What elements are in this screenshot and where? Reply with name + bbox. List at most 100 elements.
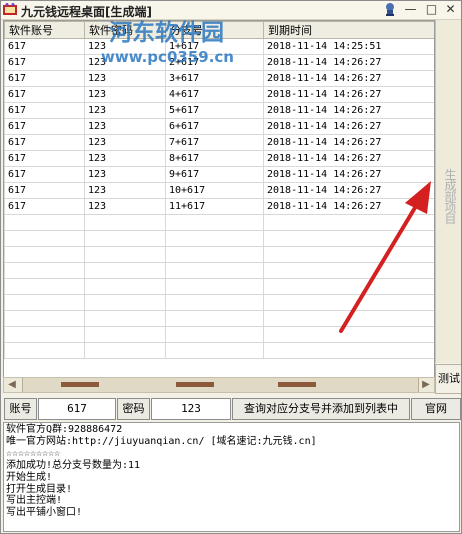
column-header-expiry[interactable]: 到期时间 — [263, 21, 434, 39]
maximize-button[interactable]: □ — [424, 2, 439, 17]
table-row[interactable]: 617 123 11+617 2018-11-14 14:26:27 — [4, 198, 434, 215]
table-cell — [4, 230, 85, 247]
table-row[interactable] — [4, 342, 434, 359]
table-cell — [263, 342, 434, 359]
table-cell — [165, 230, 264, 247]
table-cell: 123 — [84, 166, 166, 183]
table-cell — [165, 246, 264, 263]
column-header-branch[interactable]: 分支号 — [165, 21, 264, 39]
table-cell: 617 — [4, 134, 85, 151]
log-output[interactable]: 软件官方Q群:928886472 唯一官方网站:http://jiuyuanqia… — [3, 422, 460, 532]
account-input[interactable]: 617 — [38, 398, 116, 420]
table-cell: 5+617 — [165, 102, 264, 119]
table-cell: 123 — [84, 102, 166, 119]
minimize-button[interactable]: — — [403, 2, 418, 17]
table-row[interactable] — [4, 230, 434, 247]
table-cell: 4+617 — [165, 86, 264, 103]
table-cell: 617 — [4, 102, 85, 119]
log-line: 唯一官方网站:http://jiuyuanqian.cn/ [域名速记:九元钱.… — [6, 435, 317, 447]
table-cell: 2018-11-14 14:25:51 — [263, 38, 434, 55]
table-row[interactable]: 617 123 5+617 2018-11-14 14:26:27 — [4, 102, 434, 119]
table-cell: 2018-11-14 14:26:27 — [263, 102, 434, 119]
generate-project-label: 生成部项目 — [444, 168, 456, 226]
table-cell: 617 — [4, 182, 85, 199]
scroll-thumb[interactable] — [22, 378, 419, 392]
account-label-button[interactable]: 账号 — [4, 398, 37, 420]
table-row[interactable] — [4, 326, 434, 343]
password-label-button[interactable]: 密码 — [117, 398, 150, 420]
column-header-account[interactable]: 软件账号 — [4, 21, 85, 39]
table-cell — [84, 294, 166, 311]
log-line: ☆☆☆☆☆☆☆☆☆ — [6, 447, 61, 459]
table-row[interactable] — [4, 246, 434, 263]
table-cell — [165, 262, 264, 279]
app-window: 九元钱远程桌面[生成端] — □ ✕ 软件账号 软件密码 分支号 到期时间 61… — [0, 0, 462, 534]
test-button[interactable]: 测试 — [435, 364, 461, 394]
table-cell: 617 — [4, 118, 85, 135]
close-button[interactable]: ✕ — [443, 2, 458, 17]
table-row[interactable]: 617 123 3+617 2018-11-14 14:26:27 — [4, 70, 434, 87]
table-cell: 617 — [4, 166, 85, 183]
table-row[interactable] — [4, 214, 434, 231]
table-cell — [263, 278, 434, 295]
table-cell: 123 — [84, 86, 166, 103]
log-line: 软件官方Q群:928886472 — [6, 424, 123, 435]
log-line: 写出主控端! — [6, 495, 63, 507]
table-cell — [165, 278, 264, 295]
table-row[interactable]: 617 123 8+617 2018-11-14 14:26:27 — [4, 150, 434, 167]
table-cell — [263, 310, 434, 327]
column-header-password[interactable]: 软件密码 — [84, 21, 166, 39]
table-cell — [84, 214, 166, 231]
password-input[interactable]: 123 — [151, 398, 231, 420]
table-cell — [4, 214, 85, 231]
table-cell — [263, 214, 434, 231]
generate-project-button[interactable]: 生成部项目 — [435, 20, 461, 363]
scroll-left-icon[interactable]: ◀ — [5, 379, 19, 391]
table-row[interactable]: 617 123 7+617 2018-11-14 14:26:27 — [4, 134, 434, 151]
table-cell — [84, 262, 166, 279]
table-row[interactable]: 617 123 10+617 2018-11-14 14:26:27 — [4, 182, 434, 199]
title-bar[interactable]: 九元钱远程桌面[生成端] — □ ✕ — [1, 1, 461, 20]
table-row[interactable] — [4, 278, 434, 295]
table-cell — [263, 230, 434, 247]
pin-icon[interactable] — [383, 2, 397, 17]
table-cell — [4, 310, 85, 327]
website-button[interactable]: 官网 — [411, 398, 461, 420]
window-title: 九元钱远程桌面[生成端] — [21, 5, 152, 19]
table-cell — [84, 342, 166, 359]
table-cell: 123 — [84, 54, 166, 71]
horizontal-scrollbar[interactable]: ◀ ▶ — [3, 377, 435, 393]
table-row[interactable]: 617 123 9+617 2018-11-14 14:26:27 — [4, 166, 434, 183]
scroll-grip — [278, 382, 316, 387]
table-body: 617 123 1+617 2018-11-14 14:25:51 617 123 2+61… — [4, 38, 434, 359]
table-cell: 123 — [84, 182, 166, 199]
table-row[interactable] — [4, 294, 434, 311]
table-cell: 123 — [84, 70, 166, 87]
table-row[interactable]: 617 123 2+617 2018-11-14 14:26:27 — [4, 54, 434, 71]
table-cell: 3+617 — [165, 70, 264, 87]
app-icon — [3, 3, 17, 15]
table-cell — [84, 246, 166, 263]
table-cell — [84, 326, 166, 343]
table-cell: 617 — [4, 70, 85, 87]
table-cell: 617 — [4, 198, 85, 215]
table-cell: 2018-11-14 14:26:27 — [263, 54, 434, 71]
table-cell: 11+617 — [165, 198, 264, 215]
branch-list[interactable]: 软件账号 软件密码 分支号 到期时间 617 123 1+617 2018-11-14… — [3, 20, 435, 378]
table-row[interactable]: 617 123 4+617 2018-11-14 14:26:27 — [4, 86, 434, 103]
query-add-button[interactable]: 查询对应分支号并添加到列表中 — [232, 398, 410, 420]
table-row[interactable]: 617 123 1+617 2018-11-14 14:25:51 — [4, 38, 434, 55]
table-cell — [263, 262, 434, 279]
scroll-right-icon[interactable]: ▶ — [419, 379, 433, 391]
table-cell — [4, 246, 85, 263]
table-cell: 7+617 — [165, 134, 264, 151]
table-cell — [84, 230, 166, 247]
table-cell: 8+617 — [165, 150, 264, 167]
table-row[interactable] — [4, 310, 434, 327]
table-cell — [165, 310, 264, 327]
table-row[interactable] — [4, 262, 434, 279]
table-cell: 2018-11-14 14:26:27 — [263, 150, 434, 167]
table-cell: 2018-11-14 14:26:27 — [263, 166, 434, 183]
log-line: 开始生成! — [6, 471, 53, 483]
table-row[interactable]: 617 123 6+617 2018-11-14 14:26:27 — [4, 118, 434, 135]
